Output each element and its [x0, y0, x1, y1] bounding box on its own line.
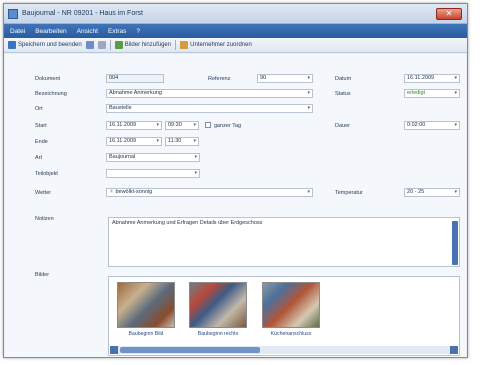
- dauer-value: 0:02:00: [407, 122, 426, 128]
- image-caption: Baubeginn Bild: [128, 331, 164, 337]
- chevron-down-icon: ▾: [193, 122, 196, 128]
- temperatur-select[interactable]: 20 - 25 ▾: [404, 188, 460, 197]
- start-time-field[interactable]: 09:30 ▾: [165, 121, 199, 130]
- close-button[interactable]: ✕: [436, 8, 462, 20]
- start-date-field[interactable]: 16.11.2009 ▾: [106, 121, 162, 130]
- notes-scrollbar[interactable]: [452, 221, 458, 265]
- window-title: Baujournal - NR 09201 - Haus im Forst: [22, 10, 143, 17]
- bezeichnung-value: Abnahme Anmerkung: [109, 90, 162, 96]
- chevron-down-icon: ▾: [193, 138, 196, 144]
- notizen-label: Notizen: [35, 216, 54, 222]
- temperatur-value: 20 - 25: [407, 189, 425, 195]
- image-caption: Baubeginn rechts: [197, 331, 239, 337]
- image-icon: [114, 41, 123, 49]
- journal-form: Dokument 004 Referenz 90 ▾ Datum 16.11.20…: [5, 54, 466, 357]
- toolbar-separator: [109, 40, 111, 50]
- status-select[interactable]: erledigt ▾: [404, 89, 460, 98]
- menu-bearbeiten[interactable]: Bearbeiten: [35, 28, 66, 35]
- datum-value: 16.11.2009: [407, 75, 435, 81]
- art-label: Art: [35, 155, 43, 161]
- chevron-down-icon: ▾: [454, 189, 457, 195]
- person-icon: [180, 41, 189, 49]
- toolbar: Speichern und beenden Bilder hinzufügen …: [4, 38, 467, 53]
- start-label: Start: [35, 123, 47, 129]
- dokument-field[interactable]: 004: [106, 74, 164, 83]
- ende-date-value: 16.11.2009: [109, 138, 137, 144]
- bezeichnung-label: Bezeichnung: [35, 91, 67, 97]
- temperatur-label: Temperatur: [335, 190, 363, 196]
- start-date-value: 16.11.2009: [109, 122, 137, 128]
- ganzer-tag-label: ganzer Tag: [214, 123, 242, 129]
- teilobjekt-label: Teilobjekt: [35, 171, 58, 177]
- start-time-value: 09:30: [168, 122, 182, 128]
- chevron-down-icon: ▾: [307, 75, 310, 81]
- wetter-label: Wetter: [35, 190, 52, 196]
- add-images-button[interactable]: Bilder hinzufügen: [114, 41, 172, 49]
- title-bar: Baujournal - NR 09201 - Haus im Forst ✕: [4, 4, 467, 24]
- dokument-label: Dokument: [35, 76, 61, 82]
- image-thumbnail[interactable]: [189, 282, 247, 328]
- wetter-value: bewölkt-sonnig: [115, 189, 153, 195]
- menu-bar: Datei Bearbeiten Ansicht Extras ?: [4, 24, 467, 38]
- dauer-label: Dauer: [335, 123, 350, 129]
- ende-time-field[interactable]: 11:30 ▾: [165, 137, 199, 146]
- ende-time-value: 11:30: [168, 138, 182, 144]
- ende-label: Ende: [35, 139, 48, 145]
- menu-ansicht[interactable]: Ansicht: [77, 28, 98, 35]
- app-icon: [8, 8, 18, 19]
- chevron-down-icon: ▾: [194, 154, 197, 160]
- ort-label: Ort: [35, 106, 43, 112]
- art-select[interactable]: Baujournal ▾: [106, 153, 200, 162]
- datum-label: Datum: [335, 76, 352, 82]
- chevron-down-icon: ▾: [307, 105, 310, 111]
- ende-date-field[interactable]: 16.11.2009 ▾: [106, 137, 162, 146]
- chevron-down-icon: ▾: [156, 122, 159, 128]
- ort-value: Baustelle: [109, 105, 132, 111]
- chevron-down-icon: ▾: [307, 90, 310, 96]
- referenz-label: Referenz: [208, 76, 231, 82]
- art-value: Baujournal: [109, 154, 136, 160]
- datum-field[interactable]: 16.11.2009 ▾: [404, 74, 460, 83]
- menu-help[interactable]: ?: [136, 28, 140, 35]
- save-close-label: Speichern und beenden: [18, 42, 82, 48]
- ganzer-tag-checkbox[interactable]: [205, 122, 211, 128]
- chevron-down-icon: ▾: [454, 122, 457, 128]
- dauer-field[interactable]: 0:02:00 ▾: [404, 121, 460, 130]
- bezeichnung-field[interactable]: Abnahme Anmerkung ▾: [106, 89, 313, 98]
- chevron-down-icon: ▾: [454, 75, 457, 81]
- chevron-down-icon: ▾: [156, 138, 159, 144]
- image-thumbnail[interactable]: [117, 282, 175, 328]
- status-label: Status: [335, 91, 351, 97]
- attachment-icon[interactable]: [85, 41, 94, 49]
- referenz-select[interactable]: 90 ▾: [257, 74, 313, 83]
- toolbar-separator: [175, 40, 177, 50]
- assign-contractor-button[interactable]: Unternehmer zuordnen: [180, 41, 252, 49]
- ort-field[interactable]: Baustelle ▾: [106, 104, 313, 113]
- images-scrollbar[interactable]: [110, 346, 458, 354]
- menu-extras[interactable]: Extras: [108, 28, 126, 35]
- chevron-down-icon: ▾: [194, 170, 197, 176]
- scroll-thumb[interactable]: [120, 347, 260, 353]
- menu-datei[interactable]: Datei: [10, 28, 25, 35]
- notizen-text: Abnahme Anmerkung und Erfragen Details ü…: [112, 220, 263, 226]
- scroll-right-arrow[interactable]: [450, 346, 458, 354]
- teilobjekt-select[interactable]: ▾: [106, 169, 200, 178]
- save-icon: [8, 41, 16, 49]
- app-window: Baujournal - NR 09201 - Haus im Forst ✕ …: [3, 3, 468, 358]
- chevron-down-icon: ▾: [307, 189, 310, 195]
- referenz-value: 90: [260, 75, 267, 81]
- print-icon[interactable]: [97, 41, 106, 49]
- images-panel: Baubeginn Bild Baubeginn rechts Küchenan…: [108, 276, 460, 356]
- scroll-left-arrow[interactable]: [110, 346, 118, 354]
- image-caption: Küchenanschluss: [270, 331, 312, 337]
- assign-contractor-label: Unternehmer zuordnen: [190, 42, 252, 48]
- bilder-label: Bilder: [35, 272, 50, 278]
- add-images-label: Bilder hinzufügen: [124, 42, 172, 48]
- notizen-textarea[interactable]: Abnahme Anmerkung und Erfragen Details ü…: [108, 217, 460, 267]
- image-thumbnail[interactable]: [262, 282, 320, 328]
- status-value: erledigt: [407, 90, 426, 96]
- chevron-down-icon: ▾: [454, 90, 457, 96]
- wetter-select[interactable]: ☀ bewölkt-sonnig ▾: [106, 188, 313, 197]
- save-close-button[interactable]: Speichern und beenden: [8, 41, 82, 49]
